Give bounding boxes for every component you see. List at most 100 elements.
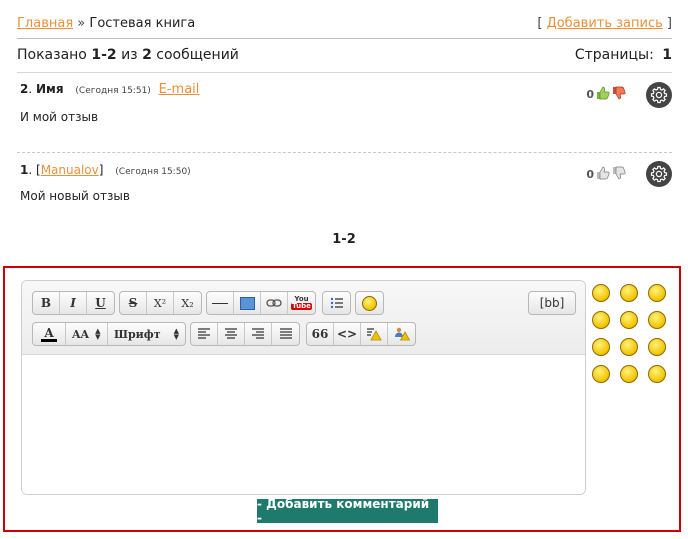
- smile-tongue-icon[interactable]: [592, 365, 610, 383]
- smile-wink-icon[interactable]: [648, 365, 666, 383]
- summary-total: 2: [142, 47, 152, 63]
- breadcrumb-home-link[interactable]: Главная: [17, 16, 73, 31]
- bbcode-toggle-button[interactable]: [bb]: [528, 291, 576, 315]
- link-button[interactable]: [261, 292, 288, 314]
- list-icon: [330, 297, 343, 309]
- align-center-icon: [225, 328, 237, 339]
- hide-button[interactable]: [388, 323, 415, 345]
- font-size-label: AA: [72, 327, 90, 341]
- justify-icon: [279, 328, 292, 339]
- list-button[interactable]: [323, 292, 350, 314]
- spoiler-button[interactable]: [361, 323, 388, 345]
- image-button[interactable]: [234, 292, 261, 314]
- link-icon: [266, 299, 282, 307]
- entry-header: 2. Имя (Сегодня 15:51) E-mail: [20, 82, 199, 97]
- youtube-icon-bottom: Tube: [291, 302, 312, 310]
- font-family-label: Шрифт: [114, 327, 161, 341]
- youtube-button[interactable]: You Tube: [288, 292, 315, 314]
- subscript-button[interactable]: X₂: [174, 292, 201, 314]
- summary-prefix: Показано: [17, 47, 87, 63]
- gear-icon: [650, 86, 668, 104]
- align-center-button[interactable]: [218, 323, 245, 345]
- bracket-close: ]: [666, 16, 672, 31]
- select-arrows-icon: ▲ ▼: [95, 326, 101, 341]
- thumbs-up-icon[interactable]: [596, 166, 610, 183]
- align-right-icon: [252, 328, 264, 339]
- justify-button[interactable]: [272, 323, 299, 345]
- font-size-select[interactable]: AA ▲ ▼: [66, 323, 108, 345]
- entry-number-dot: .: [28, 82, 33, 96]
- add-record-link[interactable]: Добавить запись: [547, 16, 663, 31]
- smile-happy-icon[interactable]: [648, 311, 666, 329]
- strikethrough-button[interactable]: S: [120, 292, 147, 314]
- smile-shy-icon[interactable]: [620, 311, 638, 329]
- smile-cool-icon[interactable]: [648, 284, 666, 302]
- strike-sup-sub-group: S X² X₂: [119, 291, 202, 315]
- pages-label: Страницы:: [574, 47, 654, 63]
- entry-author-link[interactable]: Manualov: [41, 163, 99, 177]
- entry-date: (Сегодня 15:51): [75, 86, 151, 96]
- font-family-select[interactable]: Шрифт ▲ ▼: [108, 323, 185, 345]
- color-size-font-group: A AA ▲ ▼ Шрифт ▲ ▼: [32, 322, 186, 346]
- current-page: 1: [662, 47, 672, 63]
- bbcode-editor: B I U S X² X₂ You Tube [bb] A AA ▲ ▼ Шри…: [21, 280, 586, 495]
- smile-laugh-icon[interactable]: [620, 284, 638, 302]
- breadcrumb-separator: »: [77, 16, 86, 31]
- bracket-open: [: [537, 16, 543, 31]
- add-comment-button[interactable]: - Добавить комментарий -: [257, 497, 438, 525]
- smile-button[interactable]: [356, 292, 383, 314]
- entry-settings-button[interactable]: [646, 161, 672, 187]
- entry-settings-button[interactable]: [646, 82, 672, 108]
- author-bracket-close: ]: [98, 163, 104, 177]
- font-color-button[interactable]: A: [33, 323, 66, 345]
- smile-surprised-icon[interactable]: [592, 338, 610, 356]
- entry-number-dot: .: [28, 163, 33, 177]
- entry-email-link[interactable]: E-mail: [159, 82, 200, 97]
- entry-header: 1. [Manualov] (Сегодня 15:50): [20, 163, 191, 177]
- horizontal-rule-button[interactable]: [207, 292, 234, 314]
- font-color-icon: A: [41, 327, 57, 342]
- summary-suffix: сообщений: [156, 47, 239, 63]
- entry-author: Имя: [36, 82, 64, 96]
- align-left-button[interactable]: [191, 323, 218, 345]
- quote-button[interactable]: 66: [307, 323, 334, 345]
- entry-text: Мой новый отзыв: [20, 189, 130, 203]
- code-button[interactable]: <>: [334, 323, 361, 345]
- comment-textarea[interactable]: [22, 355, 585, 494]
- superscript-button[interactable]: X²: [147, 292, 174, 314]
- smile-angry-icon[interactable]: [592, 284, 610, 302]
- add-record: [ Добавить запись ]: [537, 16, 672, 31]
- select-arrows-icon: ▲ ▼: [173, 326, 179, 341]
- thumbs-down-icon[interactable]: [612, 166, 626, 183]
- smile-shocked-icon[interactable]: [592, 311, 610, 329]
- text-style-group: B I U: [32, 291, 115, 315]
- pages-indicator: Страницы: 1: [575, 47, 672, 63]
- insert-group: You Tube: [206, 291, 316, 315]
- quote-code-group: 66 <>: [306, 322, 416, 346]
- rating-value: 0: [586, 168, 594, 181]
- align-group: [190, 322, 300, 346]
- bold-button[interactable]: B: [33, 292, 60, 314]
- breadcrumb: Главная » Гостевая книга: [17, 16, 195, 31]
- smile-confused-icon[interactable]: [620, 365, 638, 383]
- image-icon: [239, 296, 255, 310]
- thumbs-up-icon[interactable]: [596, 86, 610, 103]
- smile-smile-icon[interactable]: [620, 338, 638, 356]
- user-warning-icon: [394, 327, 410, 341]
- summary-of: из: [121, 47, 138, 63]
- italic-button[interactable]: I: [60, 292, 87, 314]
- warning-icon: [367, 328, 382, 341]
- thumbs-down-icon[interactable]: [612, 86, 626, 103]
- underline-button[interactable]: U: [87, 292, 114, 314]
- youtube-icon: You Tube: [291, 296, 312, 310]
- rating-value: 0: [586, 88, 594, 101]
- entry-rating: 0: [586, 166, 626, 183]
- entry-date: (Сегодня 15:50): [115, 167, 191, 177]
- breadcrumb-current: Гостевая книга: [89, 16, 196, 31]
- gear-icon: [650, 165, 668, 183]
- entry-text: И мой отзыв: [20, 110, 99, 124]
- smile-wow-icon[interactable]: [648, 338, 666, 356]
- align-right-button[interactable]: [245, 323, 272, 345]
- entry-rating: 0: [586, 86, 626, 103]
- messages-summary: Показано 1-2 из 2 сообщений Страницы: 1: [17, 47, 672, 63]
